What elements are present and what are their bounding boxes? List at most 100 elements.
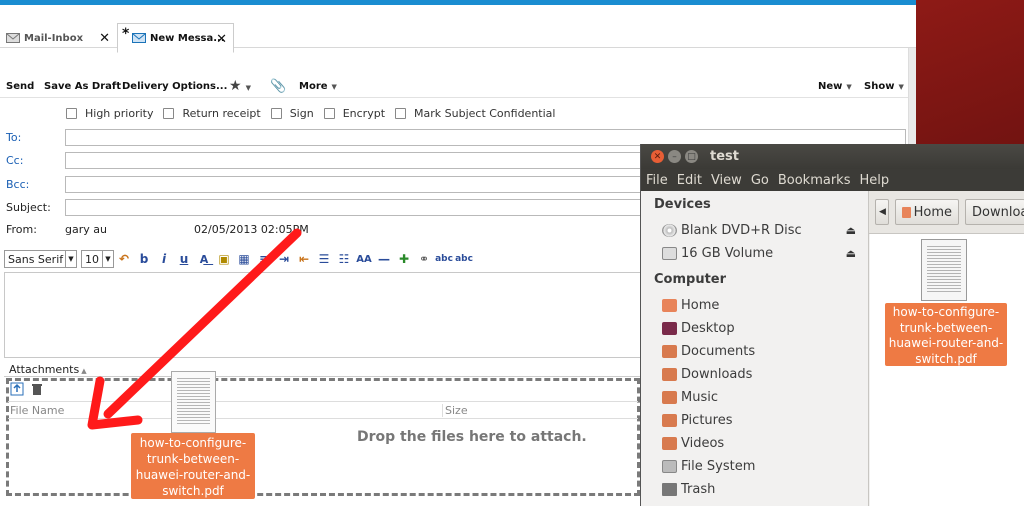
new-button[interactable]: New ▼ — [818, 81, 852, 92]
high-priority-option[interactable]: High priority — [66, 107, 153, 120]
sidebar-item-label: File System — [681, 458, 756, 474]
spellcheck-icon[interactable]: abc — [434, 250, 454, 268]
sidebar-item-pictures[interactable]: Pictures — [662, 410, 862, 430]
checkbox[interactable] — [323, 107, 335, 119]
home-folder-icon — [902, 206, 911, 218]
undo-icon[interactable]: ↶ — [114, 250, 134, 268]
numbered-list-icon[interactable]: ☷ — [334, 250, 354, 268]
menu-go[interactable]: Go — [751, 173, 769, 188]
sidebar-item-trash[interactable]: Trash — [662, 479, 862, 499]
sidebar-item-dvd[interactable]: Blank DVD+R Disc ⏏ — [662, 220, 862, 240]
table-icon[interactable]: ▦ — [234, 250, 254, 268]
menu-edit[interactable]: Edit — [677, 173, 702, 188]
from-value: gary au — [65, 223, 107, 236]
sign-option[interactable]: Sign — [270, 107, 314, 120]
checkbox[interactable] — [66, 107, 77, 119]
maximize-window-icon[interactable]: □ — [685, 150, 698, 163]
font-size-icon[interactable]: AA — [354, 250, 374, 268]
tab-mail-inbox[interactable]: Mail-Inbox ✕ — [0, 23, 116, 53]
star-icon[interactable]: ★ ▼ — [229, 78, 251, 94]
dragged-file-thumbnail[interactable] — [171, 371, 216, 433]
send-button[interactable]: Send — [6, 81, 34, 92]
sidebar-item-videos[interactable]: Videos — [662, 433, 862, 453]
close-window-icon[interactable]: ✕ — [651, 150, 664, 163]
show-button[interactable]: Show ▼ — [864, 81, 904, 92]
return-receipt-option[interactable]: Return receipt — [163, 106, 261, 120]
column-file-name[interactable]: File Name — [10, 404, 64, 417]
align-icon[interactable]: ≡ — [254, 250, 274, 268]
horizontal-rule-icon[interactable]: — — [374, 250, 394, 268]
upload-icon[interactable] — [10, 382, 24, 396]
bullet-list-icon[interactable]: ☰ — [314, 250, 334, 268]
new-label: New — [818, 81, 843, 92]
checkbox[interactable] — [270, 107, 282, 119]
indent-icon[interactable]: ⇥ — [274, 250, 294, 268]
insert-image-icon[interactable]: ✚ — [394, 250, 414, 268]
eject-icon[interactable]: ⏏ — [846, 247, 856, 260]
confidential-option[interactable]: Mark Subject Confidential — [395, 107, 555, 120]
from-label: From: — [6, 223, 37, 236]
modified-indicator: * — [122, 26, 130, 42]
to-label[interactable]: To: — [6, 131, 21, 144]
italic-icon[interactable]: i — [154, 250, 174, 268]
documents-folder-icon — [662, 344, 677, 358]
checkbox[interactable] — [395, 107, 407, 119]
minimize-window-icon[interactable]: – — [668, 150, 681, 163]
close-icon[interactable]: ✕ — [99, 31, 110, 46]
devices-header: Devices — [654, 197, 711, 212]
sidebar-item-documents[interactable]: Documents — [662, 341, 862, 361]
file-view[interactable]: how-to-configure-trunk-between-huawei-ro… — [870, 234, 1024, 506]
highlight-icon[interactable]: ▣ — [214, 250, 234, 268]
file-system-icon — [662, 459, 677, 473]
paperclip-icon[interactable]: 📎 — [270, 79, 286, 94]
path-home-button[interactable]: Home — [895, 199, 959, 225]
link-icon[interactable]: ⚭ — [414, 250, 434, 268]
checkbox[interactable] — [163, 107, 175, 119]
menu-file[interactable]: File — [646, 173, 668, 188]
sidebar-item-label: Desktop — [681, 320, 735, 336]
bold-icon[interactable]: b — [134, 250, 154, 268]
window-titlebar[interactable]: ✕ – □ test — [641, 144, 1024, 169]
sidebar-item-music[interactable]: Music — [662, 387, 862, 407]
encrypt-option[interactable]: Encrypt — [323, 107, 385, 120]
font-family-value: Sans Serif — [8, 252, 64, 266]
places-sidebar: Devices Blank DVD+R Disc ⏏ 16 GB Volume … — [641, 191, 869, 506]
close-icon[interactable]: ✕ — [216, 32, 227, 47]
font-size-select[interactable]: 10 ▼ — [81, 250, 114, 268]
trash-icon[interactable] — [30, 382, 44, 396]
subject-label: Subject: — [6, 201, 51, 214]
more-button[interactable]: More ▼ — [299, 81, 337, 92]
attachments-text: Attachments — [9, 363, 80, 376]
save-draft-button[interactable]: Save As Draft — [44, 81, 121, 92]
menu-bookmarks[interactable]: Bookmarks — [778, 173, 851, 188]
sidebar-item-desktop[interactable]: Desktop — [662, 318, 862, 338]
spellcheck-options-icon[interactable]: abc — [454, 250, 474, 268]
tab-new-message[interactable]: * New Messa... ✕ — [117, 23, 234, 53]
cc-label[interactable]: Cc: — [6, 154, 23, 167]
sidebar-item-usb-volume[interactable]: 16 GB Volume ⏏ — [662, 243, 862, 263]
outdent-icon[interactable]: ⇤ — [294, 250, 314, 268]
eject-icon[interactable]: ⏏ — [846, 224, 856, 237]
downloads-folder-icon — [662, 367, 677, 381]
bcc-label[interactable]: Bcc: — [6, 178, 29, 191]
underline-icon[interactable]: u — [174, 250, 194, 268]
sidebar-item-file-system[interactable]: File System — [662, 456, 862, 476]
trash-icon — [662, 482, 677, 496]
menu-help[interactable]: Help — [859, 173, 889, 188]
sidebar-item-downloads[interactable]: Downloads — [662, 364, 862, 384]
menu-view[interactable]: View — [711, 173, 742, 188]
delivery-options-button[interactable]: Delivery Options... — [122, 81, 227, 92]
path-label: Home — [913, 204, 952, 220]
file-name-label[interactable]: how-to-configure-trunk-between-huawei-ro… — [885, 303, 1007, 366]
font-family-select[interactable]: Sans Serif ▼ — [4, 250, 77, 268]
sidebar-item-home[interactable]: Home — [662, 295, 862, 315]
pdf-file-icon[interactable] — [921, 239, 967, 301]
path-back-button[interactable]: ◀ — [875, 199, 889, 225]
option-label: Return receipt — [182, 106, 261, 120]
column-size[interactable]: Size — [442, 404, 468, 417]
path-downloads-button[interactable]: Downloads — [965, 199, 1024, 225]
font-size-value: 10 — [85, 252, 99, 266]
chevron-down-icon: ▼ — [245, 84, 251, 92]
font-color-icon[interactable]: A͟ — [194, 250, 214, 268]
attachments-label[interactable]: Attachments ▲ — [9, 363, 87, 376]
